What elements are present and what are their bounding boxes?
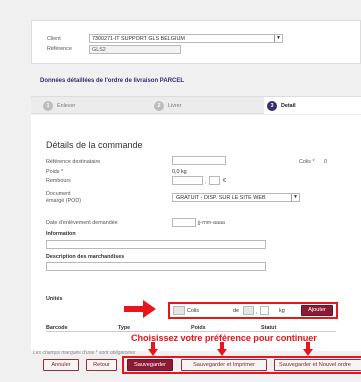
arrow-down-icon (217, 342, 227, 356)
required-fields-note: Les champs marqués d'une * sont obligato… (33, 350, 136, 356)
table-divider (46, 331, 336, 332)
step-2-label: Livrer (168, 103, 182, 109)
client-select-value: 7300271-IT SUPPORT GLS BELGIUM (92, 36, 185, 42)
sauvegarder-nouvel-ordre-button[interactable]: Sauvegarder et Nouvel ordre (274, 359, 361, 371)
arrow-down-icon (303, 342, 313, 356)
date-label: Date d'enlèvement demandée (46, 220, 118, 226)
ref-dest-label: Référence destinataire (46, 159, 101, 165)
rembours-label: Rembours (46, 178, 71, 184)
unit-decimal-separator: , (256, 309, 258, 315)
colis-value: 0 (324, 159, 327, 165)
client-select[interactable]: 7300271-IT SUPPORT GLS BELGIUM ▼ (89, 34, 283, 43)
reference-field[interactable]: GLS2 (89, 45, 181, 54)
arrow-right-icon (124, 300, 156, 318)
unit-colis-input[interactable] (173, 306, 185, 315)
currency-symbol: € (223, 178, 226, 184)
poids-label: Poids * (46, 169, 64, 175)
unit-weight-int-input[interactable] (243, 306, 254, 315)
ref-dest-input[interactable] (172, 156, 226, 165)
information-input[interactable] (46, 240, 266, 249)
date-input[interactable] (172, 218, 196, 227)
sauvegarder-imprimer-button[interactable]: Sauvegarder et Imprimer (181, 359, 267, 371)
arrow-down-icon (148, 342, 158, 356)
document-label: Document (46, 191, 71, 197)
colis-label: Colis * (299, 159, 315, 165)
client-label: Client (47, 36, 61, 42)
step-3-dot: 3 (267, 101, 277, 111)
annuler-button[interactable]: Annuler (43, 359, 79, 371)
step-3-label: Detail (281, 103, 296, 109)
information-label: Information (46, 231, 76, 237)
chevron-down-icon: ▼ (274, 35, 282, 42)
unit-de-label: de (233, 308, 239, 314)
sauvegarder-button[interactable]: Sauvegarder (127, 359, 173, 371)
reference-label: Référence (47, 46, 72, 52)
client-panel: Client 7300271-IT SUPPORT GLS BELGIUM ▼ … (31, 20, 361, 64)
section-title: Données détaillées de l'ordre de livrais… (40, 78, 185, 84)
decimal-separator: , (205, 179, 207, 185)
step-detail[interactable]: 3 Detail (264, 97, 361, 114)
document-label-2: émargé (POD) (46, 198, 82, 204)
unit-kg-label: kg (279, 308, 285, 314)
rembours-int-input[interactable] (172, 176, 203, 185)
form-panel: Détails de la commande Référence destina… (31, 115, 361, 351)
step-1-dot: 1 (43, 101, 53, 111)
reference-field-value: GLS2 (92, 47, 106, 53)
retour-button[interactable]: Retour (86, 359, 117, 371)
step-2-dot: 2 (154, 101, 164, 111)
unit-weight-dec-input[interactable] (260, 306, 269, 315)
description-label: Description des marchandises (46, 254, 125, 260)
ajouter-button[interactable]: Ajouter (301, 305, 333, 316)
document-select[interactable]: GRATUIT - DISP. SUR LE SITE WEB ▼ (172, 193, 300, 202)
form-title: Détails de la commande (46, 140, 143, 150)
unit-colis-label: Colis (187, 308, 199, 314)
date-placeholder: jj-mm-aaaa (198, 220, 225, 226)
poids-value: 0,0 kg (172, 169, 187, 175)
description-input[interactable] (46, 262, 266, 271)
rembours-dec-input[interactable] (209, 176, 220, 185)
document-select-value: GRATUIT - DISP. SUR LE SITE WEB (176, 195, 266, 201)
step-1-label: Enlever (57, 103, 76, 109)
steps-bar: 1 Enlever 2 Livrer 3 Detail (31, 96, 361, 114)
chevron-down-icon: ▼ (291, 194, 299, 201)
unites-label: Unités (46, 296, 63, 302)
